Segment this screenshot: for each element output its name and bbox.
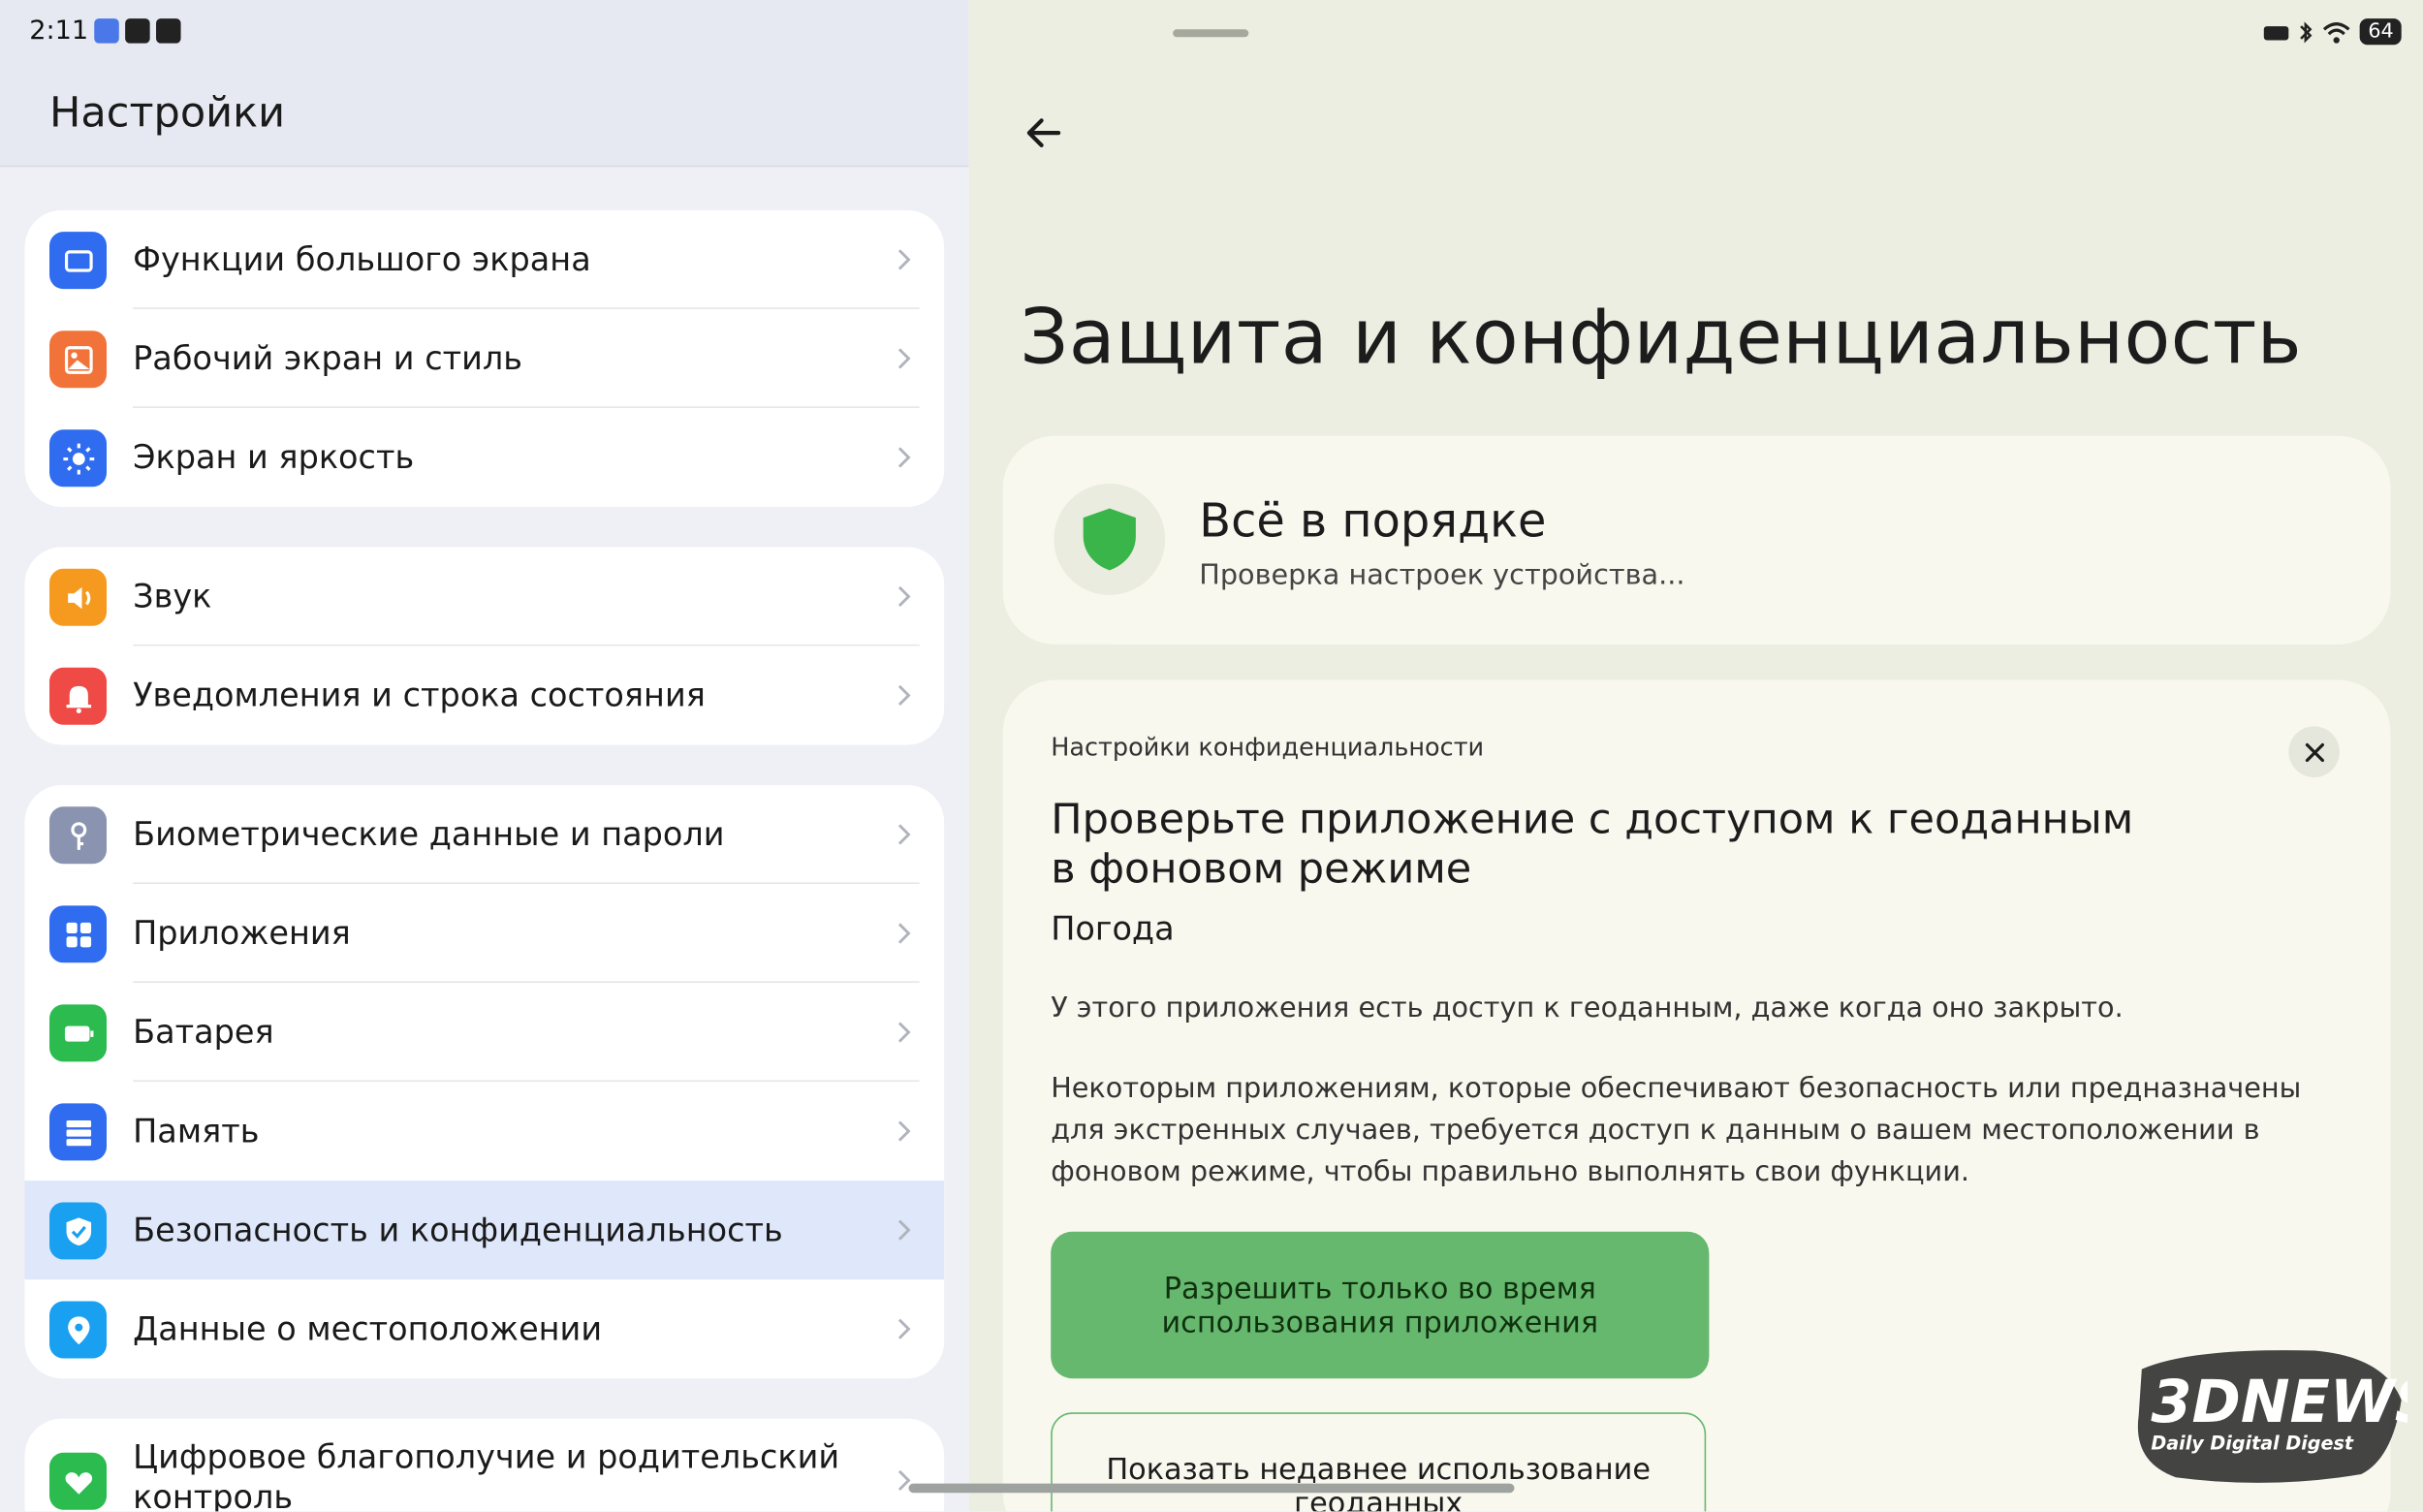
- security-shield-icon: [49, 1202, 108, 1260]
- apps-grid-icon: [49, 905, 108, 963]
- settings-item-label: Биометрические данные и пароли: [133, 815, 725, 854]
- keyboard-icon: [2264, 25, 2290, 40]
- brightness-icon: [49, 429, 108, 488]
- app-notification-icon: [156, 18, 181, 44]
- settings-item-sound[interactable]: Звук: [25, 547, 945, 646]
- battery-icon: [49, 1004, 108, 1062]
- detail-pane: 64 Защита и конфиденциальность Всё в пор…: [968, 0, 2423, 1512]
- settings-item-large-screen[interactable]: Функции большого экрана: [25, 210, 945, 309]
- settings-item-label: Рабочий экран и стиль: [133, 339, 523, 378]
- settings-item-label: Цифровое благополучие и родительский кон…: [133, 1438, 840, 1512]
- page-title: Защита и конфиденциальность: [1020, 293, 2303, 382]
- status-subtitle: Проверка настроек устройства...: [1199, 559, 1685, 592]
- wifi-icon: [2323, 21, 2351, 43]
- key-icon: [49, 806, 108, 865]
- notification-bell-icon: [49, 667, 108, 725]
- shield-badge: [1054, 484, 1166, 595]
- card-explanation: Некоторым приложениям, которые обеспечив…: [1051, 1072, 2302, 1189]
- back-arrow-icon[interactable]: [1022, 111, 1065, 155]
- settings-item-label: Экран и яркость: [133, 438, 415, 477]
- status-title: Всё в порядке: [1199, 494, 1547, 550]
- settings-item-apps-grid[interactable]: Приложения: [25, 884, 945, 984]
- green-shield-icon: [1083, 508, 1136, 571]
- security-status-card[interactable]: Всё в порядке Проверка настроек устройст…: [1002, 435, 2391, 645]
- show-recent-location-use-button[interactable]: Показать недавнее использование геоданны…: [1051, 1412, 1707, 1512]
- card-title: Проверьте приложение с доступом к геодан…: [1051, 796, 2134, 894]
- status-bar-left: 2:11: [29, 16, 181, 47]
- card-category: Настройки конфиденциальности: [1051, 732, 1485, 763]
- location-pin-icon: [49, 1301, 108, 1359]
- settings-group: Функции большого экрана Рабочий экран и с…: [24, 209, 945, 507]
- screen: 2:11 Настройки Функции большого экрана Ра…: [0, 0, 2423, 1512]
- wallpaper-icon: [49, 331, 108, 389]
- settings-group: Цифровое благополучие и родительский кон…: [24, 1418, 945, 1512]
- settings-item-key[interactable]: Биометрические данные и пароли: [25, 785, 945, 884]
- battery-level: 64: [2360, 18, 2402, 46]
- window-drag-handle[interactable]: [1173, 29, 1249, 38]
- card-description: У этого приложения есть доступ к геоданн…: [1051, 992, 2124, 1025]
- gallery-icon: [125, 18, 150, 44]
- settings-item-label: Батарея: [133, 1013, 274, 1052]
- status-bar-right: 64: [2263, 18, 2402, 46]
- settings-item-security-shield[interactable]: Безопасность и конфиденциальность: [24, 1181, 945, 1280]
- storage-icon: [49, 1103, 108, 1161]
- vpn-shield-icon: [94, 18, 120, 44]
- settings-item-battery[interactable]: Батарея: [25, 983, 945, 1083]
- settings-group: Биометрические данные и пароли Приложения…: [24, 784, 945, 1379]
- close-icon: [2305, 742, 2324, 762]
- wellbeing-heart-icon: [49, 1452, 108, 1510]
- settings-item-label: Приложения: [133, 914, 351, 953]
- watermark-tagline: Daily Digital Digest: [2151, 1433, 2353, 1455]
- settings-item-storage[interactable]: Память: [25, 1082, 945, 1181]
- watermark-logo: 3DNEWS Daily Digital Digest: [2137, 1350, 2407, 1483]
- page-title: Настройки: [49, 89, 286, 138]
- watermark-brand: 3DNEWS: [2151, 1369, 2407, 1436]
- bluetooth-icon: [2300, 20, 2313, 43]
- settings-item-label: Функции большого экрана: [133, 240, 591, 278]
- app-name: Погода: [1051, 910, 1175, 948]
- settings-item-location-pin[interactable]: Данные о местоположении: [25, 1279, 945, 1378]
- settings-item-label: Данные о местоположении: [133, 1310, 603, 1348]
- settings-item-notification-bell[interactable]: Уведомления и строка состояния: [25, 646, 945, 744]
- home-indicator[interactable]: [908, 1483, 1515, 1494]
- settings-item-label: Память: [133, 1112, 260, 1150]
- settings-item-label: Звук: [133, 578, 212, 615]
- settings-item-label: Безопасность и конфиденциальность: [133, 1212, 783, 1249]
- sound-icon: [49, 568, 108, 626]
- dismiss-button[interactable]: [2288, 726, 2340, 777]
- settings-group: Звук Уведомления и строка состояния: [24, 547, 945, 745]
- settings-pane: 2:11 Настройки Функции большого экрана Ра…: [0, 0, 969, 1512]
- status-time: 2:11: [29, 15, 89, 47]
- settings-item-wellbeing-heart[interactable]: Цифровое благополучие и родительский кон…: [25, 1419, 945, 1512]
- allow-while-using-button[interactable]: Разрешить только во время использования …: [1051, 1231, 1710, 1379]
- settings-item-wallpaper[interactable]: Рабочий экран и стиль: [25, 309, 945, 408]
- large-screen-icon: [49, 232, 108, 290]
- settings-item-label: Уведомления и строка состояния: [133, 677, 706, 714]
- settings-item-brightness[interactable]: Экран и яркость: [25, 408, 945, 507]
